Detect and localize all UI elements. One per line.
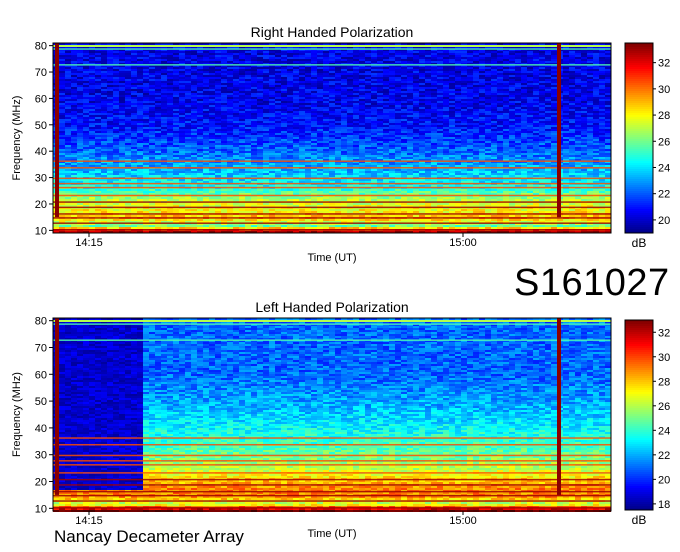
panel-left-handed: Left Handed Polarization 10 20 30 40 50 60 70 80… <box>11 299 670 540</box>
x-tick-label: 15:00 <box>449 237 477 249</box>
interference-line <box>53 160 611 162</box>
top-band-line <box>53 320 611 322</box>
interference-line <box>53 484 611 486</box>
interference-line <box>53 460 611 462</box>
chart-title: Left Handed Polarization <box>255 299 408 315</box>
interference-line <box>53 48 611 50</box>
colorbar-tick-label: 28 <box>658 110 670 122</box>
interference-line <box>53 167 611 169</box>
colorbar: 20 22 24 26 28 30 32 dB <box>624 42 670 250</box>
calibration-bar <box>557 43 561 218</box>
interference-line <box>53 194 611 197</box>
interference-line <box>53 201 611 203</box>
colorbar-tick-label: 24 <box>658 425 670 437</box>
colorbar-tick-label: 20 <box>658 215 670 227</box>
y-tick-label: 20 <box>35 199 47 211</box>
colorbar: 18 20 22 24 26 28 30 32 dB <box>624 319 670 527</box>
y-tick-label: 30 <box>35 450 47 462</box>
interference-line <box>53 177 611 180</box>
colorbar-tick-label: 22 <box>658 189 670 201</box>
interference-line <box>53 323 611 325</box>
colorbar-tick-label: 22 <box>658 450 670 462</box>
calibration-bar <box>55 43 59 218</box>
y-tick-label: 70 <box>35 342 47 354</box>
y-axis-label: Frequency (MHz) <box>11 372 23 457</box>
interference-line <box>53 478 611 481</box>
y-tick-label: 60 <box>35 93 47 105</box>
interference-line <box>53 443 611 446</box>
colorbar-label: dB <box>632 236 647 250</box>
colorbar-tick-label: 32 <box>658 327 670 339</box>
top-band-line <box>53 45 611 47</box>
interference-line <box>53 506 611 509</box>
colorbar-tick-label: 28 <box>658 376 670 388</box>
y-tick-label: 10 <box>35 503 47 515</box>
y-tick-label: 80 <box>35 316 47 328</box>
y-tick-label: 20 <box>35 477 47 489</box>
colorbar-tick-label: 26 <box>658 136 670 148</box>
colorbar-tick-label: 24 <box>658 162 670 174</box>
x-tick-label: 14:15 <box>75 515 103 527</box>
y-tick-label: 50 <box>35 120 47 132</box>
interference-line <box>53 339 611 341</box>
interference-line <box>53 222 611 224</box>
calibration-bar <box>55 318 59 495</box>
interference-line <box>53 182 611 185</box>
interference-line <box>53 490 611 493</box>
x-axis-label: Time (UT) <box>307 252 356 264</box>
y-tick-label: 60 <box>35 369 47 381</box>
y-tick-label: 40 <box>35 146 47 158</box>
spectrogram-cells <box>53 43 611 233</box>
x-axis-label: Time (UT) <box>307 528 356 540</box>
interference-line <box>53 494 611 497</box>
colorbar-tick-label: 26 <box>658 401 670 413</box>
interference-line <box>53 454 611 457</box>
spectrogram-cells <box>53 318 611 512</box>
y-tick-label: 30 <box>35 173 47 185</box>
panel-right-handed: Right Handed Polarization 10 20 30 40 50 60 70 8… <box>11 24 670 264</box>
interference-line <box>53 64 611 66</box>
y-tick-label: 50 <box>35 396 47 408</box>
chart-title: Right Handed Polarization <box>251 24 414 40</box>
interference-line <box>53 437 611 439</box>
colorbar-tick-label: 20 <box>658 474 670 486</box>
interference-line <box>53 472 611 474</box>
colorbar-tick-label: 32 <box>658 58 670 70</box>
calibration-bar <box>557 318 561 495</box>
colorbar-label: dB <box>632 513 647 527</box>
y-axis-label: Frequency (MHz) <box>11 96 23 181</box>
y-tick-label: 40 <box>35 423 47 435</box>
x-tick-label: 14:15 <box>75 237 103 249</box>
interference-line <box>53 229 611 231</box>
footer-label: Nancay Decameter Array <box>54 527 244 546</box>
interference-line <box>53 206 611 209</box>
colorbar-tick-label: 30 <box>658 352 670 364</box>
interference-line <box>53 186 611 189</box>
interference-line <box>53 213 611 215</box>
colorbar-tick-label: 18 <box>658 499 670 511</box>
y-tick-label: 80 <box>35 41 47 53</box>
x-tick-label: 15:00 <box>449 515 477 527</box>
interference-line <box>53 464 611 466</box>
event-id: S161027 <box>514 262 670 304</box>
interference-line <box>53 500 611 502</box>
colorbar-tick-label: 30 <box>658 84 670 96</box>
y-tick-label: 70 <box>35 67 47 79</box>
interference-line <box>53 217 611 219</box>
y-tick-label: 10 <box>35 225 47 237</box>
